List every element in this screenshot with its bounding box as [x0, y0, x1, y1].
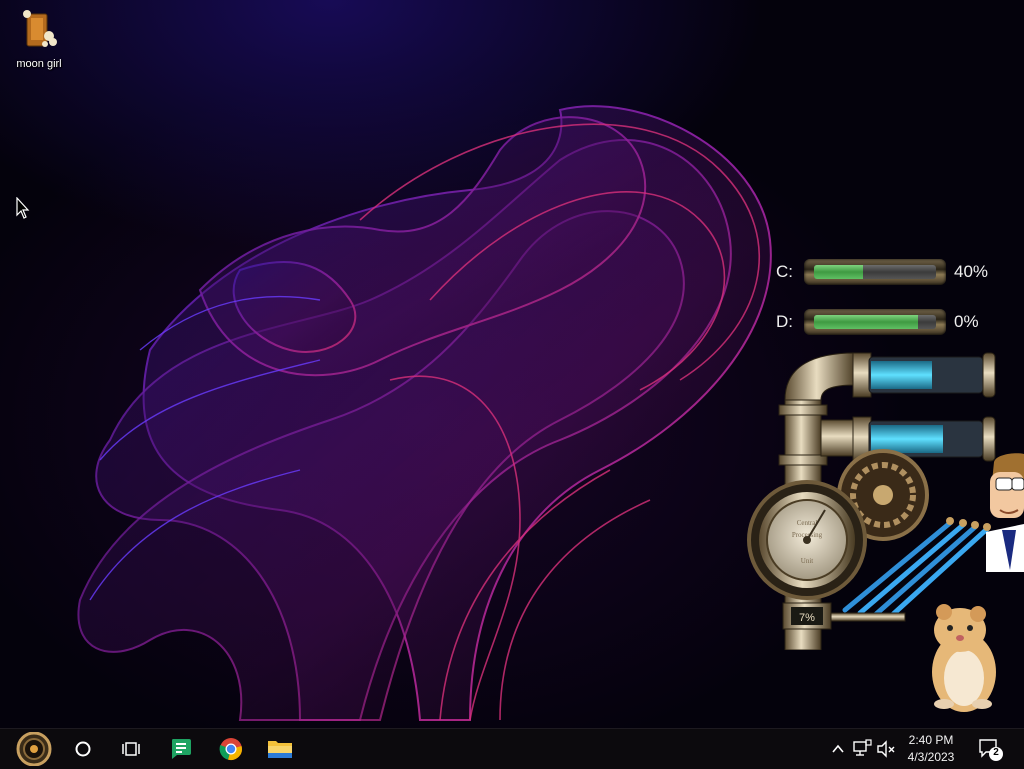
desktop-icon-moon-girl[interactable]: moon girl	[6, 8, 72, 70]
memory-tube-fill	[871, 425, 943, 453]
notification-center-icon	[979, 739, 1003, 761]
steampunk-start-orb-icon	[16, 732, 52, 766]
drive-gauge-c: C: 40%	[776, 257, 996, 287]
task-view-button[interactable]	[112, 729, 150, 769]
cpu-percent: 7%	[799, 612, 815, 624]
hamster-widget	[932, 604, 996, 712]
popcorn-box-icon	[19, 8, 59, 50]
drive-tube	[804, 259, 946, 285]
action-center-button[interactable]: 2	[978, 738, 1004, 767]
cortana-circle-icon	[75, 741, 91, 757]
clock-date: 4/3/2023	[907, 750, 955, 764]
network-icon	[853, 739, 872, 756]
show-hidden-icons-button[interactable]	[830, 739, 846, 764]
start-button[interactable]	[6, 729, 62, 769]
drive-usage-fill	[814, 315, 918, 329]
drive-gauge-d: D: 0%	[776, 307, 996, 337]
volume-button[interactable]	[876, 739, 896, 764]
search-button[interactable]	[64, 729, 102, 769]
dial-label-3: Unit	[801, 557, 814, 565]
file-explorer-icon	[268, 741, 292, 758]
memory-tube-fill	[871, 361, 932, 389]
drive-letter: D:	[776, 312, 793, 331]
drive-letter: C:	[776, 262, 793, 281]
network-button[interactable]	[852, 739, 872, 764]
desktop: moon girl C: 40% D: 0% Central Processin…	[0, 0, 1024, 728]
taskbar-app-chrome[interactable]	[211, 729, 251, 769]
task-view-icon	[122, 742, 140, 756]
clock-time: 2:40 PM	[908, 733, 954, 747]
volume-muted-icon	[877, 740, 895, 758]
chrome-icon	[219, 738, 242, 760]
drive-usage-fill	[814, 265, 863, 279]
dial-label-1: Central	[797, 519, 818, 527]
drive-percent: 40%	[954, 262, 989, 281]
notification-count-badge: 2	[993, 747, 999, 758]
drive-percent: 0%	[954, 312, 979, 331]
taskbar-app-chat[interactable]	[161, 729, 201, 769]
mouse-cursor-icon	[16, 197, 30, 219]
drive-tube	[804, 309, 946, 335]
chevron-up-icon	[832, 744, 844, 753]
taskbar-app-file-explorer[interactable]	[260, 729, 300, 769]
taskbar-clock[interactable]: 2:40 PM 4/3/2023	[898, 732, 964, 766]
desktop-icon-label: moon girl	[16, 58, 62, 70]
green-chat-app-icon	[172, 739, 191, 759]
cartoon-character-widget	[986, 453, 1024, 572]
taskbar: 2:40 PM 4/3/2023 2	[0, 728, 1024, 769]
